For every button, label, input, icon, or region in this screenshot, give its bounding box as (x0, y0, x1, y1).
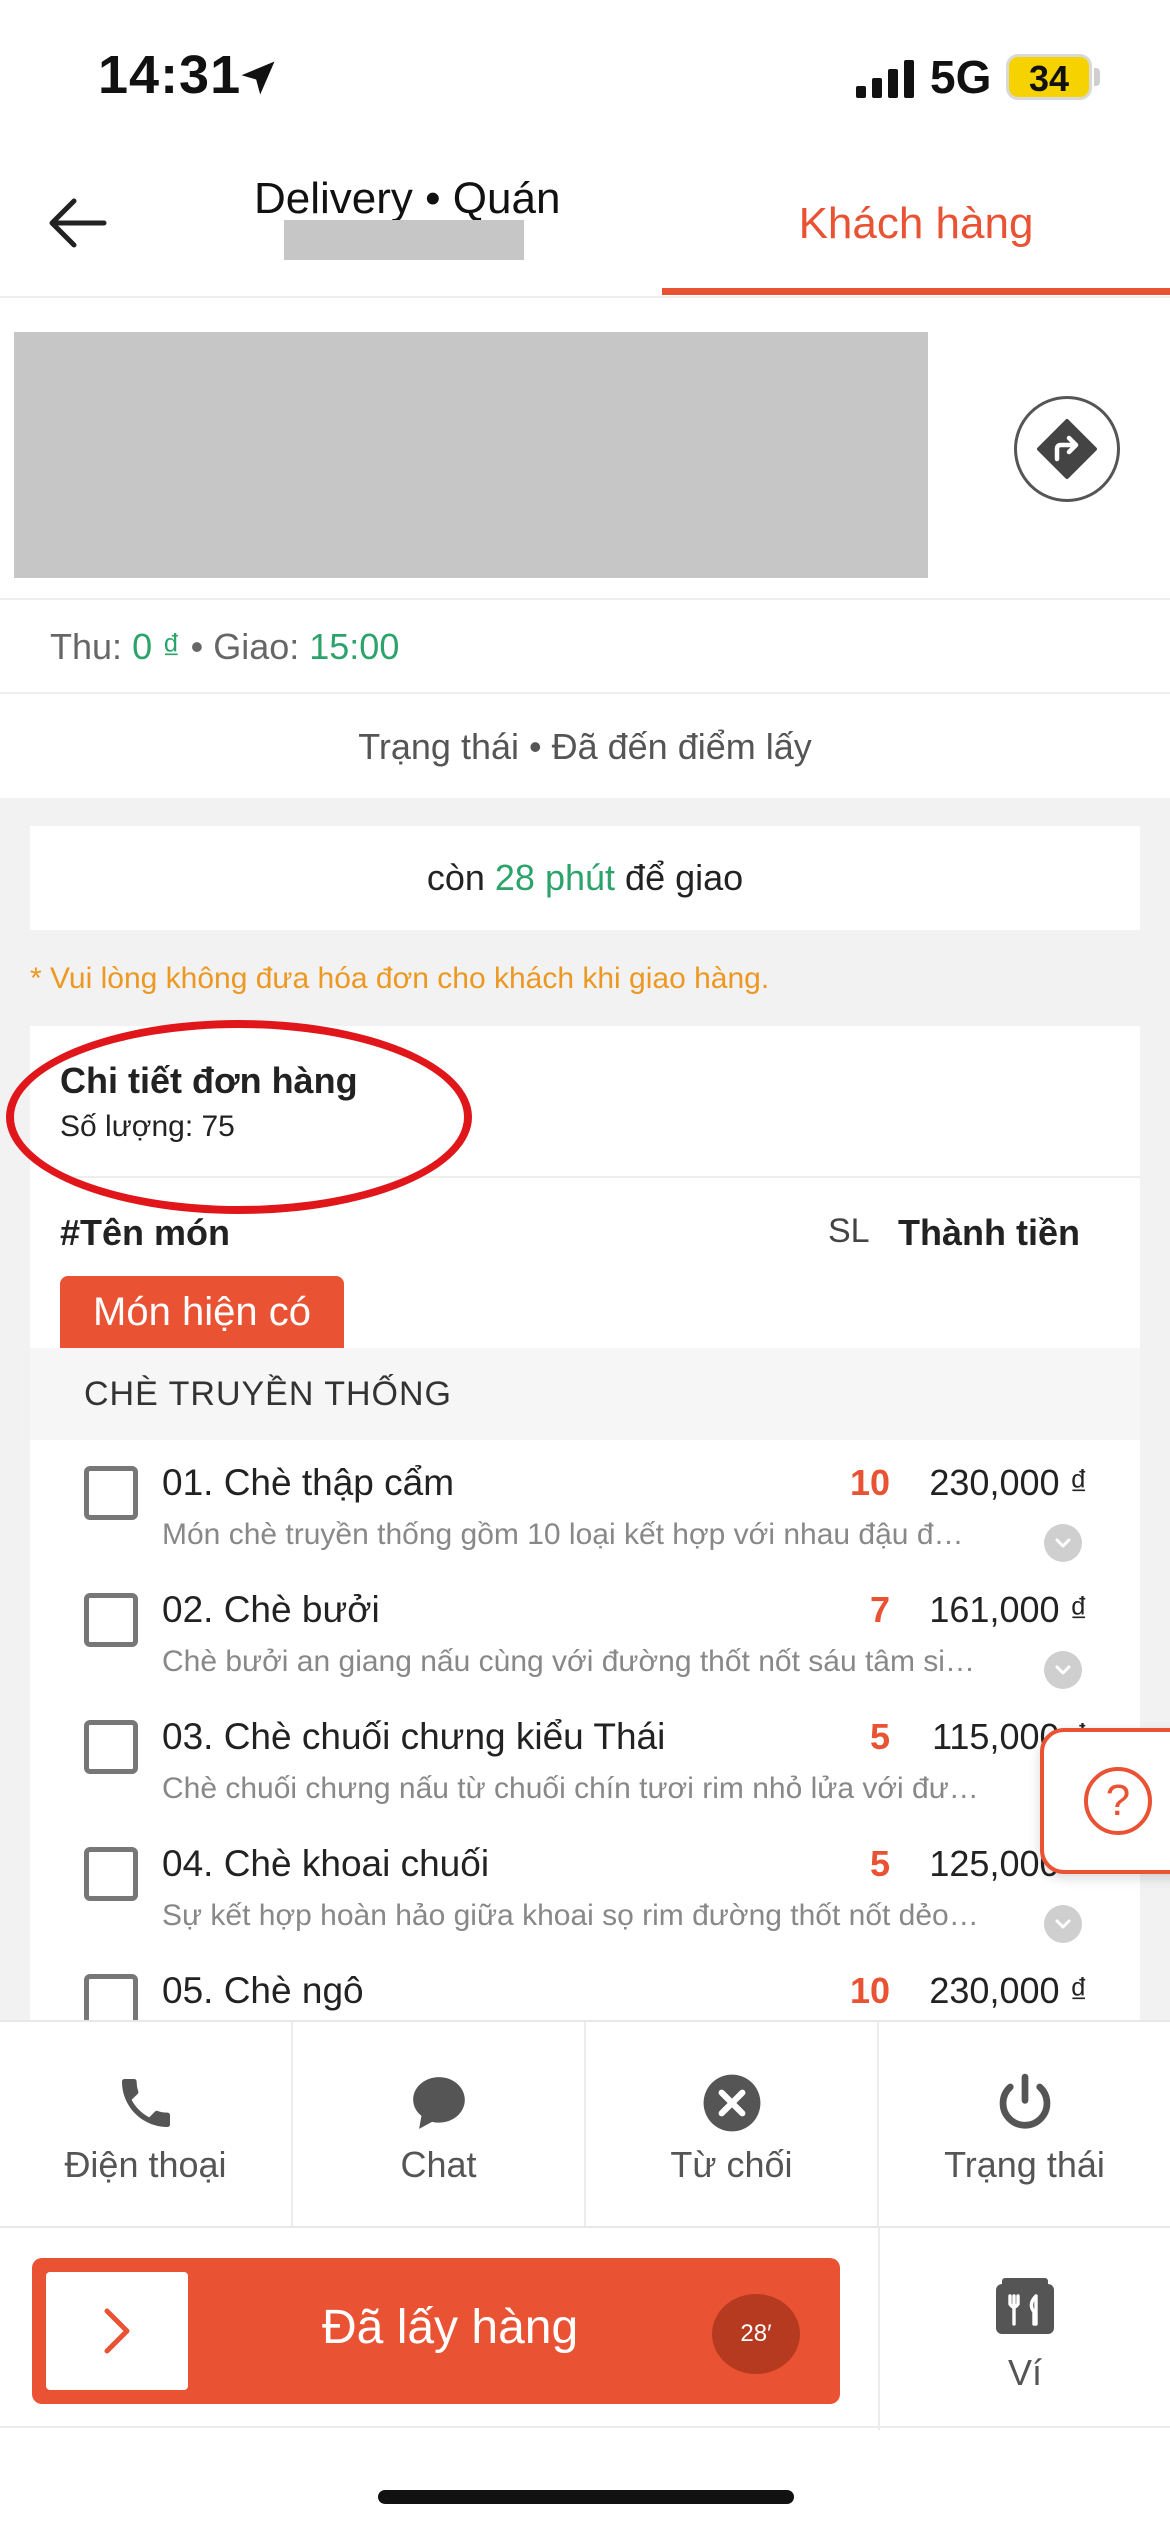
item-price: 230,000 ₫ (929, 1462, 1088, 1503)
address-section (0, 300, 1170, 600)
action-bar: Điện thoại Chat Từ chối Trạng thái (0, 2020, 1170, 2226)
column-header-qty: SL (828, 1212, 870, 1250)
item-checkbox[interactable] (84, 1593, 138, 1647)
directions-icon (1037, 419, 1097, 479)
item-name: 04. Chè khoai chuối (162, 1843, 490, 1884)
available-items-tab[interactable]: Món hiện có (60, 1276, 344, 1348)
battery-level: 34 (1028, 58, 1070, 99)
help-icon: ? (1084, 1767, 1152, 1835)
list-item: 04. Chè khoai chuối 5 125,000 ₫ Sự kết h… (30, 1821, 1140, 1948)
redacted-store-name (284, 220, 524, 260)
collect-label: Thu: (50, 626, 123, 667)
status-label: Trạng thái (944, 2144, 1105, 2185)
order-detail-title: Chi tiết đơn hàng (60, 1060, 358, 1101)
item-name: 02. Chè bưởi (162, 1589, 380, 1630)
chat-label: Chat (400, 2144, 477, 2185)
order-quantity: Số lượng: 75 (60, 1110, 235, 1143)
separator-dot: • (190, 626, 204, 667)
order-content: còn 28 phút để giao * Vui lòng không đưa… (0, 798, 1170, 2020)
column-header-name: #Tên món (60, 1212, 231, 1253)
tab-active-indicator (662, 288, 1170, 295)
item-checkbox[interactable] (84, 1720, 138, 1774)
help-button[interactable]: ? (1040, 1728, 1170, 1874)
redacted-address (14, 332, 928, 578)
home-indicator[interactable] (378, 2490, 794, 2504)
power-icon (999, 2073, 1050, 2129)
slide-handle[interactable] (46, 2272, 188, 2390)
column-header-total: Thành tiền (898, 1212, 1080, 1253)
remaining-prefix: còn (426, 857, 485, 898)
signal-icon (856, 60, 914, 98)
chat-icon (412, 2077, 465, 2129)
remaining-suffix: để giao (625, 857, 744, 898)
item-qty: 7 (869, 1589, 890, 1630)
list-item: 05. Chè ngô 10 230,000 ₫ (30, 1948, 1140, 2020)
remaining-time-card: còn 28 phút để giao (30, 826, 1140, 930)
picked-up-button[interactable]: Đã lấy hàng 28′ (32, 2258, 840, 2404)
collect-delivery-row: Thu: 0 ₫ • Giao: 15:00 (0, 602, 1170, 694)
reject-icon (703, 2074, 760, 2132)
item-name: 05. Chè ngô (162, 1970, 364, 2011)
wallet-icon (996, 2278, 1054, 2334)
item-qty: 10 (849, 1462, 890, 1503)
list-item: 02. Chè bưởi 7 161,000 ₫ Chè bưởi an gia… (30, 1567, 1140, 1694)
item-description: Chè chuối chưng nấu từ chuối chín tươi r… (162, 1772, 979, 1805)
wallet-label: Ví (1007, 2352, 1042, 2393)
item-qty: 5 (869, 1716, 890, 1757)
status-bar: 14:31 5G 34 (0, 0, 1170, 150)
item-description: Chè bưởi an giang nấu cùng với đường thố… (162, 1645, 975, 1678)
status-time: 14:31 (98, 45, 242, 105)
phone-label: Điện thoại (64, 2144, 227, 2185)
picked-up-label: Đã lấy hàng (322, 2301, 579, 2354)
item-qty: 5 (869, 1843, 890, 1884)
network-type: 5G (930, 51, 992, 103)
list-item: 01. Chè thập cẩm 10 230,000 ₫ Món chè tr… (30, 1440, 1140, 1567)
collect-amount: 0 ₫ (132, 626, 181, 667)
item-name: 03. Chè chuối chưng kiểu Thái (162, 1716, 666, 1757)
item-price: 230,000 ₫ (929, 1970, 1088, 2011)
delivery-time: 15:00 (309, 626, 400, 667)
delivery-label: Giao: (213, 626, 300, 667)
chevron-right-icon (104, 2308, 130, 2354)
phone-icon (121, 2079, 170, 2127)
chat-button[interactable]: Chat (293, 2022, 586, 2226)
timer-badge: 28′ (712, 2294, 800, 2374)
order-status: Trạng thái • Đã đến điểm lấy (358, 726, 812, 767)
chevron-down-icon[interactable] (1044, 1524, 1082, 1562)
reject-button[interactable]: Từ chối (586, 2022, 879, 2226)
list-item: 03. Chè chuối chưng kiểu Thái 5 115,000 … (30, 1694, 1140, 1821)
divider (60, 1176, 1140, 1178)
page-title: Delivery • Quán (254, 174, 561, 223)
battery-icon: 34 (1006, 54, 1092, 100)
item-name: 01. Chè thập cẩm (162, 1462, 455, 1503)
directions-button[interactable] (1014, 396, 1120, 502)
category-header: CHÈ TRUYỀN THỐNG (30, 1348, 1140, 1440)
main-action-row: Đã lấy hàng 28′ Ví (0, 2226, 1170, 2430)
reject-label: Từ chối (670, 2144, 793, 2185)
battery-cap (1094, 68, 1100, 86)
item-description: Sự kết hợp hoàn hảo giữa khoai sọ rim đư… (162, 1899, 979, 1932)
chevron-down-icon[interactable] (1044, 1905, 1082, 1943)
remaining-time: 28 phút (494, 857, 616, 898)
phone-button[interactable]: Điện thoại (0, 2022, 293, 2226)
item-checkbox[interactable] (84, 1466, 138, 1520)
chevron-down-icon[interactable] (1044, 1651, 1082, 1689)
back-arrow-icon[interactable] (44, 188, 114, 258)
status-button[interactable]: Trạng thái (879, 2022, 1170, 2226)
item-price: 161,000 ₫ (929, 1589, 1088, 1630)
wallet-button[interactable]: Ví (878, 2228, 1170, 2430)
invoice-notice: * Vui lòng không đưa hóa đơn cho khách k… (30, 962, 770, 995)
location-arrow-icon (241, 61, 275, 95)
item-checkbox[interactable] (84, 1974, 138, 2020)
tab-customer[interactable]: Khách hàng (662, 150, 1170, 298)
item-description: Món chè truyền thống gồm 10 loại kết hợp… (162, 1518, 964, 1551)
item-checkbox[interactable] (84, 1847, 138, 1901)
order-detail-card: Chi tiết đơn hàng Số lượng: 75 #Tên món … (30, 1026, 1140, 2020)
item-qty: 10 (849, 1970, 890, 2011)
header: Delivery • Quán Khách hàng (0, 150, 1170, 298)
